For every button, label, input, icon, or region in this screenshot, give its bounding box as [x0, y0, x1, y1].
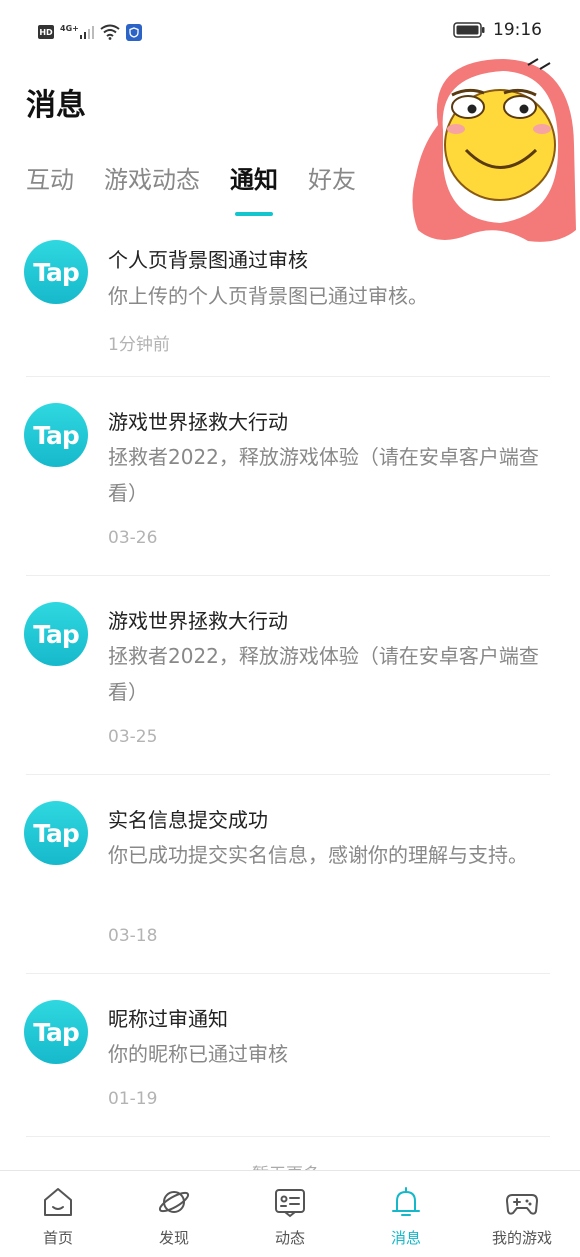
page-title: 消息 [26, 88, 86, 123]
nav-messages[interactable]: 消息 [348, 1171, 464, 1257]
nav-feed[interactable]: 动态 [232, 1171, 348, 1257]
hd-badge: HD [38, 25, 54, 39]
notification-body: 你的昵称已通过审核 [108, 1042, 288, 1066]
bell-icon [392, 1187, 420, 1216]
notification-time: 03-26 [108, 528, 158, 548]
cellular-signal-icon: 4G+ [60, 24, 94, 39]
nav-label: 我的游戏 [491, 1229, 552, 1247]
battery-icon [453, 22, 485, 38]
gamepad-icon [506, 1194, 538, 1215]
tap-avatar: Tap [24, 801, 88, 865]
emoji-sticker-image [412, 58, 576, 242]
notification-title: 游戏世界拯救大行动 [108, 609, 288, 633]
tap-avatar: Tap [24, 1000, 88, 1064]
notification-body: 拯救者2022，释放游戏体验（请在安卓客户端查看） [108, 644, 539, 704]
message-tabs: 互动 游戏动态 通知 好友 [26, 164, 356, 216]
divider [26, 1136, 550, 1137]
tap-avatar: Tap [24, 403, 88, 467]
tab-interaction[interactable]: 互动 [26, 164, 74, 196]
wifi-icon [100, 24, 120, 40]
notification-title: 实名信息提交成功 [108, 808, 268, 832]
status-time: 19:16 [493, 20, 542, 40]
active-tab-indicator [235, 212, 273, 216]
planet-icon [158, 1191, 190, 1213]
nav-my-games[interactable]: 我的游戏 [464, 1171, 580, 1257]
home-icon [44, 1188, 72, 1216]
nav-label: 消息 [390, 1229, 421, 1247]
notification-time: 1分钟前 [108, 335, 170, 355]
network-type: 4G+ [60, 24, 79, 33]
notification-item[interactable]: Tap 实名信息提交成功 你已成功提交实名信息，感谢你的理解与支持。 03-18 [0, 775, 580, 973]
notification-body: 拯救者2022，释放游戏体验（请在安卓客户端查看） [108, 445, 539, 505]
security-shield-icon [126, 23, 142, 41]
notification-time: 03-25 [108, 727, 158, 747]
notification-body: 你已成功提交实名信息，感谢你的理解与支持。 [108, 843, 528, 867]
tap-avatar: Tap [24, 240, 88, 304]
feed-icon [275, 1189, 305, 1218]
nav-label: 动态 [274, 1229, 305, 1247]
notification-title: 昵称过审通知 [108, 1007, 228, 1031]
tap-avatar: Tap [24, 602, 88, 666]
notification-item[interactable]: Tap 游戏世界拯救大行动 拯救者2022，释放游戏体验（请在安卓客户端查看） … [0, 377, 580, 575]
nav-label: 首页 [42, 1229, 73, 1247]
notification-time: 01-19 [108, 1089, 158, 1109]
nav-home[interactable]: 首页 [0, 1171, 116, 1257]
tab-friends[interactable]: 好友 [308, 164, 356, 196]
tab-notifications[interactable]: 通知 [230, 164, 278, 216]
notification-item[interactable]: Tap 个人页背景图通过审核 你上传的个人页背景图已通过审核。 1分钟前 [0, 228, 580, 376]
notification-title: 个人页背景图通过审核 [108, 248, 308, 272]
nav-label: 发现 [158, 1229, 189, 1247]
notification-time: 03-18 [108, 926, 158, 946]
notification-item[interactable]: Tap 游戏世界拯救大行动 拯救者2022，释放游戏体验（请在安卓客户端查看） … [0, 576, 580, 774]
nav-discover[interactable]: 发现 [116, 1171, 232, 1257]
notification-body: 你上传的个人页背景图已通过审核。 [108, 284, 428, 308]
notification-item[interactable]: Tap 昵称过审通知 你的昵称已通过审核 01-19 [0, 974, 580, 1136]
notification-title: 游戏世界拯救大行动 [108, 410, 288, 434]
tab-game-news[interactable]: 游戏动态 [104, 164, 200, 196]
bottom-navigation: 首页 发现 动态 消息 我的游戏 [0, 1170, 580, 1257]
